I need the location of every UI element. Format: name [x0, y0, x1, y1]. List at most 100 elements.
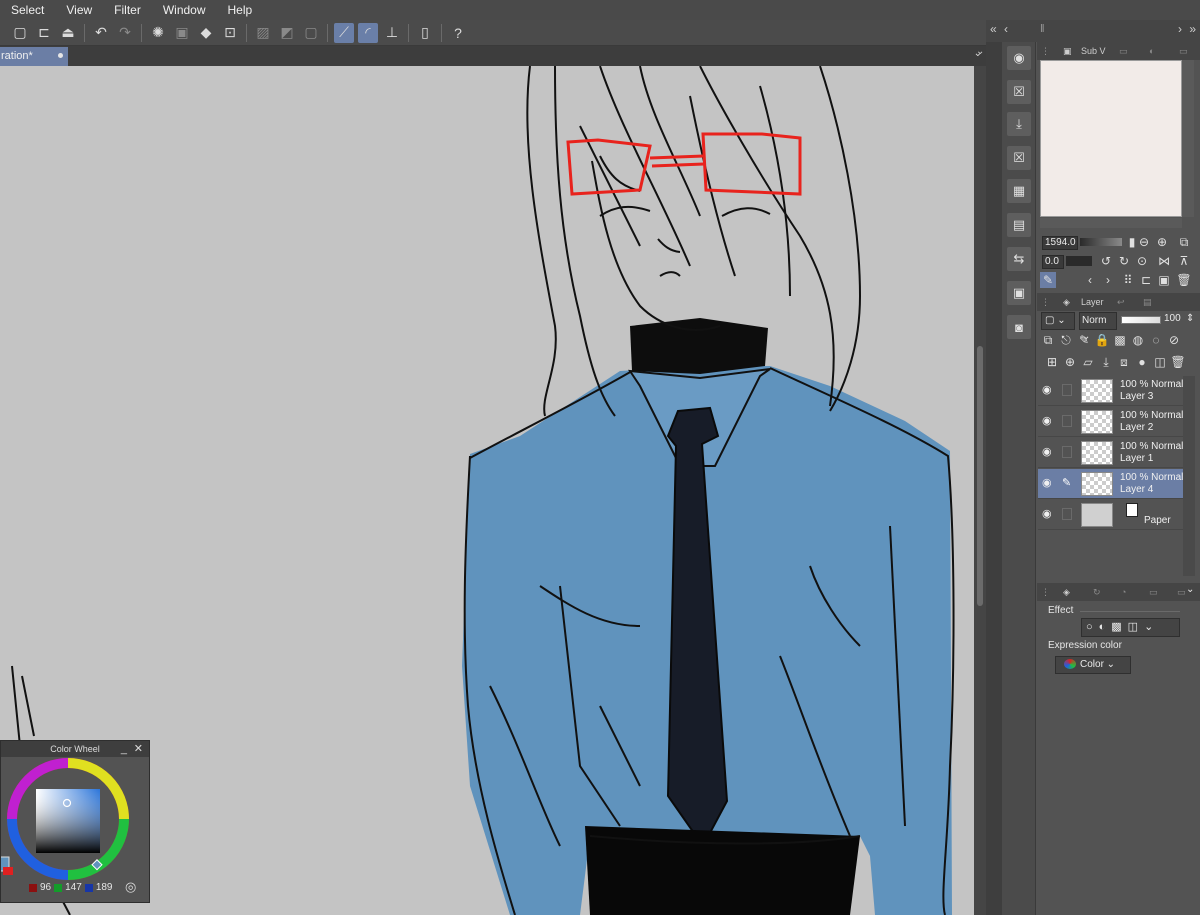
layer-property-tab-icon[interactable]: ◈ — [1063, 584, 1070, 601]
navigator-vscroll[interactable] — [1182, 60, 1194, 217]
image-add-icon[interactable]: ▣ — [1156, 272, 1172, 288]
scrollbar-thumb[interactable] — [977, 346, 983, 606]
selection-icon[interactable]: ▨ — [253, 23, 273, 43]
eyedropper-icon[interactable]: ✎ — [1040, 272, 1056, 288]
layer-list-scrollbar[interactable] — [1183, 376, 1195, 576]
fit-icon[interactable]: ⧉ — [1176, 234, 1192, 250]
save-icon[interactable]: ⏏ — [58, 23, 78, 43]
color-wheel-titlebar[interactable]: Color Wheel _ ✕ — [1, 741, 149, 757]
material-icon-2[interactable]: ☒ — [1007, 146, 1031, 170]
pattern-icon[interactable]: ▦ — [1007, 179, 1031, 203]
material-icon[interactable]: ☒ — [1007, 80, 1031, 104]
camera-icon[interactable]: ◙ — [1007, 315, 1031, 339]
sub-view-tab-icon[interactable]: ▣ — [1063, 43, 1072, 60]
expression-color-dropdown[interactable]: Color ⌄ — [1055, 656, 1131, 674]
new-vector-layer-icon[interactable]: ⊕ — [1062, 354, 1078, 370]
effect-buttons[interactable]: ○◐▩◫⌄ — [1081, 618, 1180, 637]
trash-icon[interactable]: 🗑 — [1176, 272, 1192, 288]
eye-icon[interactable]: ◉ — [1042, 415, 1054, 427]
next-icon[interactable]: › — [1100, 272, 1116, 288]
reset-rotation-icon[interactable]: ⊙ — [1134, 253, 1150, 269]
lock-icon[interactable]: 🔒 — [1094, 332, 1110, 348]
menu-window[interactable]: Window — [152, 0, 217, 20]
new-folder-icon[interactable]: ▱ — [1080, 354, 1096, 370]
panel-menu-icon[interactable]: ⌄ — [1186, 584, 1194, 595]
new-icon[interactable]: ▢ — [10, 23, 30, 43]
rotate-left-icon[interactable]: ↺ — [1098, 253, 1114, 269]
rotate-right-icon[interactable]: ↻ — [1116, 253, 1132, 269]
rotation-slider[interactable] — [1066, 256, 1092, 266]
layer-row[interactable]: ◉ 100 % Normal Layer 1 — [1038, 438, 1183, 468]
color-wheel[interactable] — [1, 757, 151, 882]
draft-icon[interactable]: ✎ — [1076, 332, 1092, 348]
color-mode-icon[interactable]: ◎ — [125, 879, 136, 895]
grid-view-icon[interactable]: ⠿ — [1120, 272, 1136, 288]
zoom-field[interactable]: 1594.0 — [1042, 236, 1078, 250]
swap-icon[interactable]: ⇆ — [1007, 247, 1031, 271]
rotation-field[interactable]: 0.0 — [1042, 255, 1064, 269]
deselect-icon[interactable]: ▢ — [301, 23, 321, 43]
download-icon[interactable]: ⤓ — [1007, 112, 1031, 136]
edit-target-box[interactable] — [1062, 446, 1072, 458]
mask-add-icon[interactable]: ● — [1134, 354, 1150, 370]
fill-icon[interactable]: ◆ — [196, 23, 216, 43]
lock-alpha-icon[interactable]: ▩ — [1112, 332, 1128, 348]
snap-special-ruler-icon[interactable]: ◜ — [358, 22, 378, 43]
menu-help[interactable]: Help — [217, 0, 264, 20]
pen-edit-icon[interactable]: ✎ — [1062, 477, 1072, 489]
eye-icon[interactable]: ◉ — [1042, 446, 1054, 458]
tab-icon-3[interactable]: ◐ — [1149, 43, 1154, 60]
dock-chevron-icon[interactable]: ⌄ — [976, 46, 984, 57]
clip-icon[interactable]: ⧉ — [1040, 332, 1056, 348]
history-tab-icon[interactable]: ↩ — [1117, 294, 1125, 311]
flip-horizontal-icon[interactable]: ⋈ — [1156, 253, 1172, 269]
layer-row[interactable]: ◉ 100 % Normal Layer 2 — [1038, 407, 1183, 437]
flip-vertical-icon[interactable]: ⊼ — [1176, 253, 1192, 269]
undo-icon[interactable]: ↶ — [91, 23, 111, 43]
opacity-slider[interactable] — [1121, 316, 1161, 324]
open-icon[interactable]: ⊏ — [34, 23, 54, 43]
new-raster-layer-icon[interactable]: ⊞ — [1044, 354, 1060, 370]
invert-selection-icon[interactable]: ◩ — [277, 23, 297, 43]
clear-outside-icon[interactable]: ▣ — [172, 23, 192, 43]
eye-icon[interactable]: ◉ — [1042, 384, 1054, 396]
layer-tab[interactable]: Layer — [1081, 294, 1104, 311]
menu-view[interactable]: View — [55, 0, 103, 20]
eye-icon[interactable]: ◉ — [1042, 477, 1054, 489]
image-icon[interactable]: ▣ — [1007, 281, 1031, 305]
ruler-icon[interactable]: ⊘ — [1166, 332, 1182, 348]
menu-select[interactable]: Select — [0, 0, 55, 20]
close-icon[interactable]: ✕ — [134, 741, 143, 757]
help-icon[interactable]: ? — [448, 23, 468, 43]
collapse-right-icon[interactable]: › — [1178, 22, 1182, 36]
collapse-left-icon[interactable]: « — [990, 22, 997, 36]
canvas-vertical-scrollbar[interactable] — [974, 66, 986, 915]
redo-icon[interactable]: ↷ — [115, 23, 135, 43]
brush-size-tab-icon[interactable]: ◔ — [1121, 584, 1126, 601]
zoom-slider[interactable] — [1080, 238, 1122, 246]
edit-target-box[interactable] — [1062, 384, 1072, 396]
mask-ruler-icon[interactable]: ◌ — [1148, 332, 1164, 348]
paper-layer-row[interactable]: ◉ Paper — [1038, 500, 1183, 530]
combine-icon[interactable]: ⧈ — [1116, 354, 1132, 370]
eye-icon[interactable]: ◉ — [1042, 508, 1054, 520]
collapse-right-icon-2[interactable]: » — [1189, 22, 1196, 36]
opacity-value[interactable]: 100 — [1164, 313, 1181, 324]
layer-tab-icon[interactable]: ◈ — [1063, 294, 1070, 311]
calendar-icon[interactable]: ▤ — [1007, 213, 1031, 237]
snap-grid-icon[interactable]: ⊥ — [382, 23, 402, 43]
navigator-preview[interactable] — [1040, 60, 1182, 217]
zoom-in-icon[interactable]: ⊕ — [1154, 234, 1170, 250]
reference-icon[interactable]: ⎋ — [1058, 332, 1074, 348]
minimize-icon[interactable]: _ — [121, 741, 127, 757]
tab-icon-6[interactable]: ▭ — [1177, 584, 1186, 601]
opacity-stepper-icon[interactable]: ⇕ — [1186, 313, 1194, 324]
tab-icon-2[interactable]: ▭ — [1119, 43, 1128, 60]
clear-icon[interactable]: ✺ — [148, 23, 168, 43]
apply-mask-icon[interactable]: ◫ — [1152, 354, 1168, 370]
layer-row-selected[interactable]: ◉ ✎ 100 % Normal Layer 4 — [1038, 469, 1183, 499]
mask-icon[interactable]: ◍ — [1130, 332, 1146, 348]
layer-row[interactable]: ◉ 100 % Normal Layer 3 — [1038, 376, 1183, 406]
sub-view-tab[interactable]: Sub V — [1081, 43, 1106, 60]
edit-target-box[interactable] — [1062, 508, 1072, 520]
